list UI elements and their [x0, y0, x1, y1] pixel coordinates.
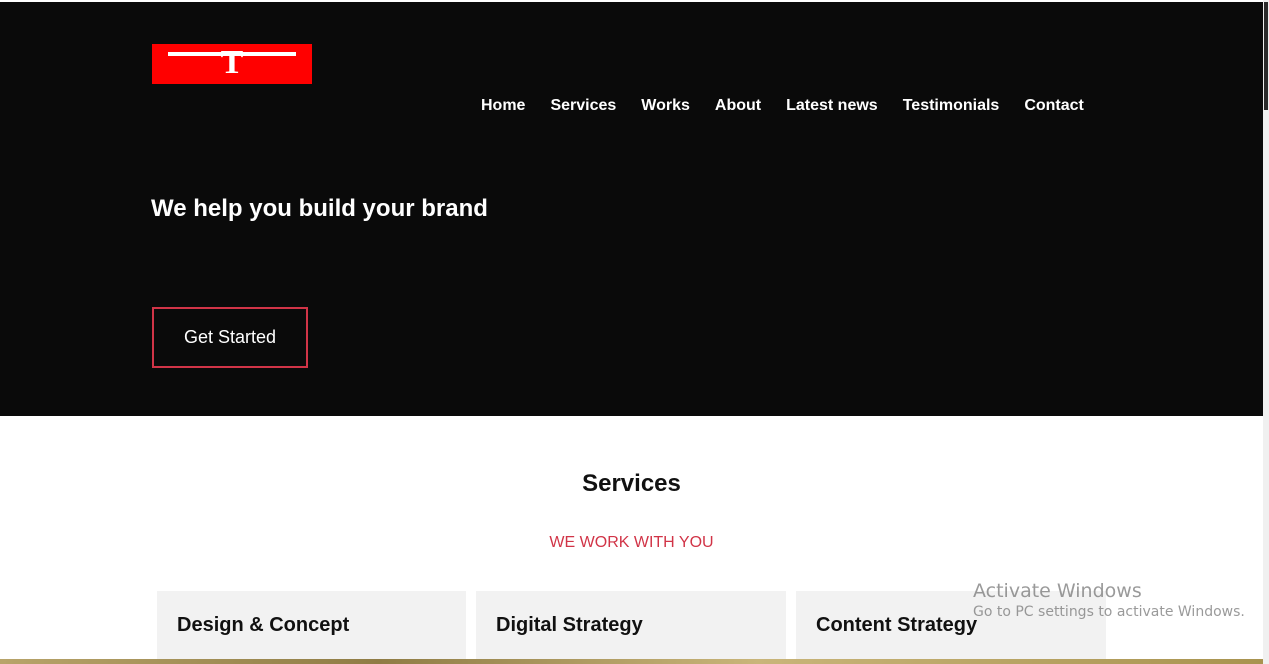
nav-testimonials[interactable]: Testimonials	[903, 97, 1000, 115]
nav-works[interactable]: Works	[641, 97, 690, 115]
service-card-digital-strategy[interactable]: Digital Strategy	[476, 591, 786, 664]
service-card-title: Design & Concept	[177, 614, 350, 636]
brand-logo[interactable]: T	[152, 44, 312, 84]
taskbar-strip	[0, 659, 1263, 664]
service-card-design-concept[interactable]: Design & Concept	[157, 591, 466, 664]
scrollbar-thumb[interactable]	[1264, 2, 1268, 110]
watermark-line2: Go to PC settings to activate Windows.	[973, 604, 1245, 620]
nav-home[interactable]: Home	[481, 97, 525, 115]
get-started-button[interactable]: Get Started	[152, 307, 308, 368]
service-card-title: Digital Strategy	[496, 614, 643, 636]
services-title: Services	[582, 470, 681, 497]
logo-letter: T	[220, 44, 244, 81]
hero-headline: We help you build your brand	[151, 195, 488, 222]
nav-latest-news[interactable]: Latest news	[786, 97, 878, 115]
hero-section: T Home Services Works About Latest news …	[0, 0, 1263, 416]
watermark-line1: Activate Windows	[973, 580, 1142, 602]
nav-about[interactable]: About	[715, 97, 761, 115]
activate-windows-watermark: Activate Windows Go to PC settings to ac…	[973, 580, 1245, 620]
main-nav: Home Services Works About Latest news Te…	[481, 97, 1084, 115]
service-card-title: Content Strategy	[816, 614, 978, 636]
services-subtitle: WE WORK WITH YOU	[549, 534, 714, 551]
nav-contact[interactable]: Contact	[1024, 97, 1084, 115]
nav-services[interactable]: Services	[550, 97, 616, 115]
